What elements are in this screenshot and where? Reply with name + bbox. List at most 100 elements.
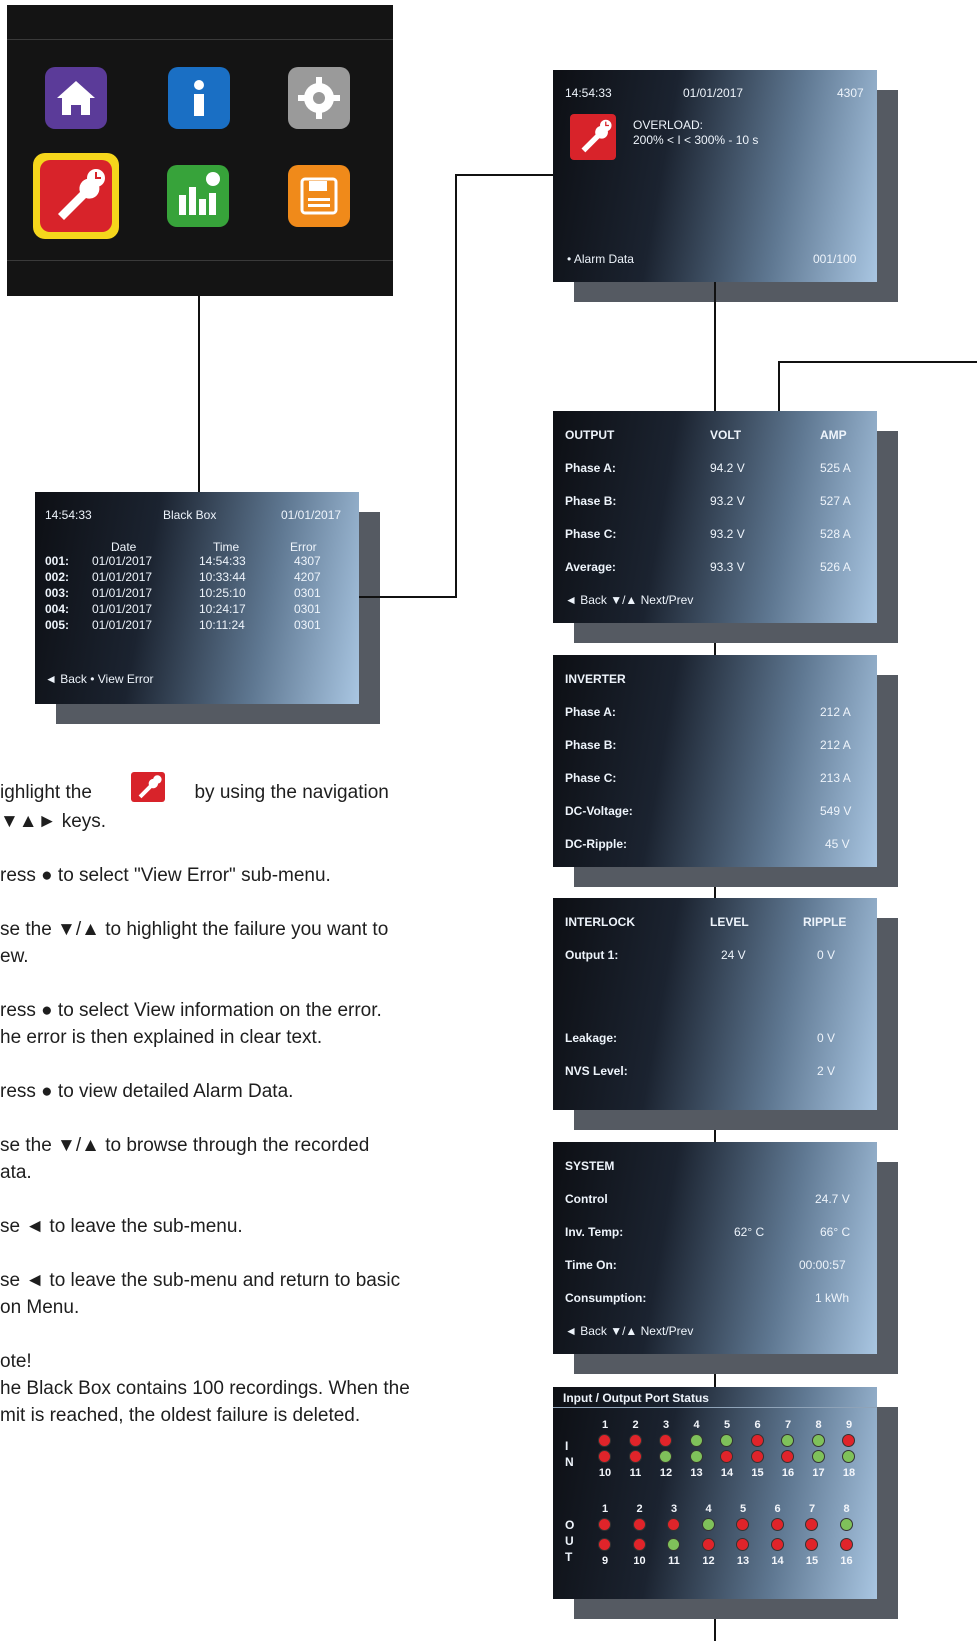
in-label-n: N xyxy=(565,1455,574,1469)
output-volt: 93.3 V xyxy=(710,560,745,574)
output-port-number: 4 xyxy=(705,1503,712,1515)
blackbox-title: Black Box xyxy=(163,508,217,522)
alarm-data-link[interactable]: • Alarm Data xyxy=(567,252,634,266)
inverter-value: 549 V xyxy=(820,804,852,818)
row-number: 005: xyxy=(45,618,70,632)
input-port-status-dot xyxy=(598,1450,611,1463)
row-number: 002: xyxy=(45,570,70,584)
row-error: 4207 xyxy=(294,570,321,584)
connector-branch-vertical xyxy=(778,361,780,413)
output-port-number: 6 xyxy=(774,1503,781,1515)
ports-title-divider xyxy=(553,1407,877,1408)
connector-blackbox-right xyxy=(359,596,457,598)
input-port-number: 3 xyxy=(662,1419,670,1431)
input-port-number: 2 xyxy=(632,1419,639,1431)
interlock-output1-label: Output 1: xyxy=(565,948,619,962)
interlock-nvs-label: NVS Level: xyxy=(565,1064,628,1078)
output-footer[interactable]: ◄ Back ▼/▲ Next/Prev xyxy=(565,593,693,607)
row-error: 0301 xyxy=(294,586,321,600)
interlock-nvs-value: 2 V xyxy=(817,1064,836,1078)
alarm-date: 01/01/2017 xyxy=(683,86,744,100)
blackbox-footer[interactable]: ◄ Back • View Error xyxy=(45,672,154,686)
system-label: Time On: xyxy=(565,1258,617,1272)
input-port-number: 18 xyxy=(842,1467,856,1479)
step-1-text-a: ighlight the xyxy=(0,782,92,804)
system-value: 66° C xyxy=(820,1225,851,1239)
output-port-number: 2 xyxy=(636,1503,643,1515)
system-label: Consumption: xyxy=(565,1291,647,1305)
inverter-value: 212 A xyxy=(820,738,851,752)
system-mid-value: 62° C xyxy=(734,1225,765,1239)
step-5-text: ress ● to view detailed Alarm Data. xyxy=(0,1081,294,1102)
statistics-icon[interactable] xyxy=(167,165,229,227)
output-label: Average: xyxy=(565,560,616,574)
system-footer[interactable]: ◄ Back ▼/▲ Next/Prev xyxy=(565,1324,693,1338)
input-port-status-dot xyxy=(720,1434,733,1447)
row-number: 001: xyxy=(45,554,70,568)
output-screen: OUTPUT VOLT AMP Phase A: 94.2 V 525 A Ph… xyxy=(553,411,877,623)
blackbox-col-time: Time xyxy=(213,540,240,554)
step-4-text-a: ress ● to select View information on the… xyxy=(0,1000,382,1021)
step-3-text-b: ew. xyxy=(0,946,29,967)
main-menu-screen xyxy=(7,5,393,296)
menu-bottom-divider xyxy=(7,260,393,261)
step-1-text-b: by using the navigation xyxy=(194,782,389,804)
row-time: 14:54:33 xyxy=(199,554,246,568)
row-date: 01/01/2017 xyxy=(92,586,153,600)
connector-vertical xyxy=(455,174,457,598)
interlock-heading: INTERLOCK xyxy=(565,915,635,929)
connector-menu-blackbox xyxy=(198,296,200,492)
inverter-label: DC-Ripple: xyxy=(565,837,627,851)
row-number: 004: xyxy=(45,602,70,616)
output-volt: 93.2 V xyxy=(710,494,745,508)
inverter-heading: INVERTER xyxy=(565,672,626,686)
alarm-code: 4307 xyxy=(837,86,864,100)
input-port-number: 11 xyxy=(629,1467,642,1479)
interlock-leakage-value: 0 V xyxy=(817,1031,836,1045)
row-time: 10:25:10 xyxy=(199,586,246,600)
settings-icon[interactable] xyxy=(288,67,350,129)
output-label: Phase A: xyxy=(565,461,616,475)
system-label: Control xyxy=(565,1192,608,1206)
inverter-label: Phase C: xyxy=(565,771,617,785)
step-7-text: se ◄ to leave the sub-menu. xyxy=(0,1216,243,1237)
input-port-status-dot xyxy=(659,1450,672,1463)
row-time: 10:11:24 xyxy=(199,618,245,632)
connector-to-alarm xyxy=(455,174,553,176)
output-port-status-dot xyxy=(839,1538,853,1551)
connector-branch-horizontal xyxy=(778,361,977,363)
inverter-label: Phase B: xyxy=(565,738,617,752)
out-label-u: U xyxy=(565,1534,574,1548)
inverter-value: 212 A xyxy=(820,705,851,719)
output-port-status-dot xyxy=(839,1518,853,1531)
out-label-o: O xyxy=(565,1518,575,1532)
output-port-status-dot xyxy=(667,1538,680,1551)
inverter-label: Phase A: xyxy=(565,705,616,719)
output-label: Phase C: xyxy=(565,527,617,541)
input-port-status-dot xyxy=(628,1434,642,1447)
black-box-icon[interactable] xyxy=(40,160,112,232)
in-label-i: I xyxy=(565,1439,569,1453)
row-date: 01/01/2017 xyxy=(92,618,153,632)
alarm-screen: 14:54:33 01/01/2017 4307 OVERLOAD: 200% … xyxy=(553,70,877,282)
ports-screen: Input / Output Port Status I N O U T 123… xyxy=(553,1387,877,1599)
home-icon[interactable] xyxy=(45,67,107,129)
output-port-number: 8 xyxy=(843,1503,850,1515)
step-1-text-c: ▼▲► keys. xyxy=(0,811,107,832)
save-icon[interactable] xyxy=(288,165,350,227)
input-port-status-dot xyxy=(781,1450,794,1463)
info-icon[interactable] xyxy=(168,67,230,129)
input-port-status-dot xyxy=(750,1434,764,1447)
input-port-number: 4 xyxy=(693,1419,700,1431)
output-label: Phase B: xyxy=(565,494,617,508)
row-number: 003: xyxy=(45,586,70,600)
output-volt: 94.2 V xyxy=(710,461,745,475)
output-amp: 527 A xyxy=(820,494,851,508)
row-error: 0301 xyxy=(294,618,321,632)
output-port-status-dot xyxy=(736,1518,749,1531)
row-time: 10:24:17 xyxy=(199,602,246,616)
output-port-number: 14 xyxy=(771,1555,784,1567)
interlock-output1-level: 24 V xyxy=(721,948,746,962)
output-heading: OUTPUT xyxy=(565,428,615,442)
input-port-status-dot xyxy=(598,1434,611,1447)
